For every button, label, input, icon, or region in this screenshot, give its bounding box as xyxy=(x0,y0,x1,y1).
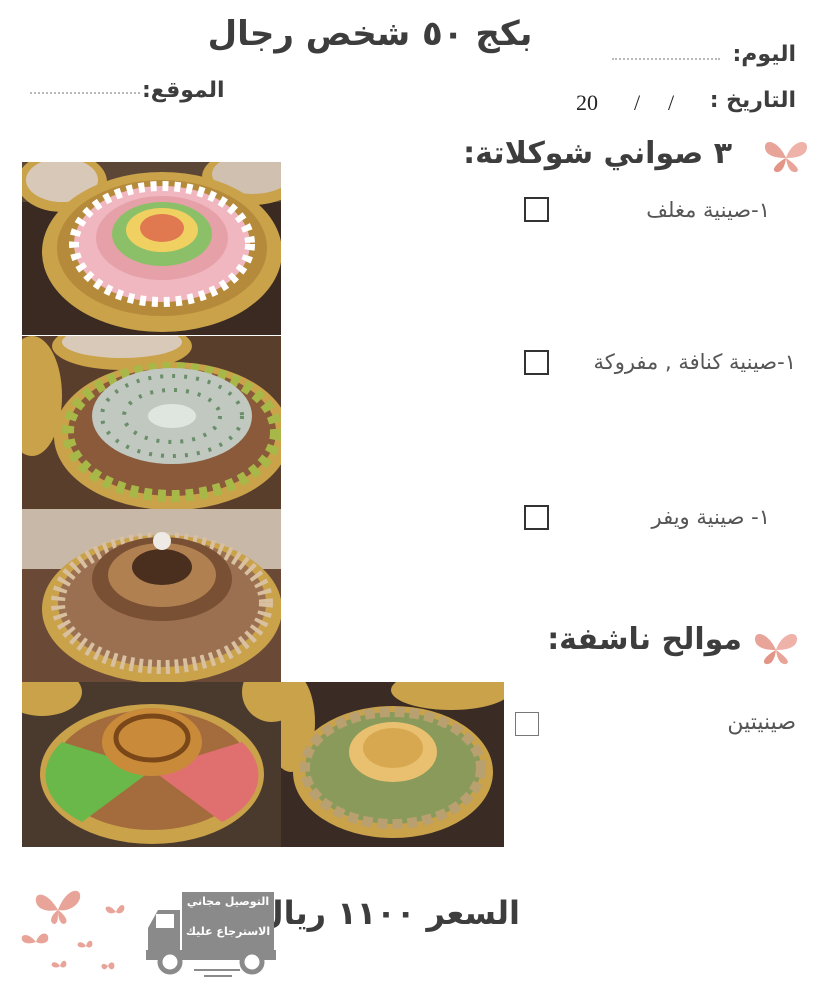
date-separator-day: / xyxy=(634,90,641,115)
date-separator-month: / xyxy=(668,90,675,115)
photo-nuts-tray xyxy=(281,682,504,847)
butterfly-icon xyxy=(754,634,798,665)
butterfly-icon xyxy=(764,142,808,173)
photo-wafer-tray xyxy=(22,509,281,682)
butterfly-icon xyxy=(21,890,125,970)
day-field[interactable] xyxy=(612,58,720,60)
day-label: اليوم: xyxy=(732,42,797,67)
item-label-wafer-tray: ١- صينية ويفر xyxy=(651,505,770,529)
item-label-kunafa-tray: ١-صينية كنافة , مفروكة xyxy=(593,350,796,374)
price-label: السعر ١١٠٠ ريال xyxy=(255,894,520,932)
date-year: 20 xyxy=(576,90,598,115)
checkbox-kunafa-tray[interactable] xyxy=(524,350,549,375)
item-label-two-trays: صينيتين xyxy=(727,710,796,735)
checkbox-two-trays[interactable] xyxy=(515,712,539,736)
truck-text-free-delivery: التوصيل مجاني xyxy=(186,895,270,908)
item-label-wrapped-tray: ١-صينية مغلف xyxy=(646,198,770,222)
location-label: الموقع: xyxy=(142,78,225,103)
date-label: التاريخ : xyxy=(709,88,796,113)
page-title: بكج ٥٠ شخص رجال xyxy=(207,14,533,54)
photo-kunafa-tray xyxy=(22,336,281,509)
photo-wrapped-chocolate-tray xyxy=(22,162,281,335)
checkbox-wrapped-tray[interactable] xyxy=(524,197,549,222)
location-field[interactable] xyxy=(30,92,140,94)
truck-text-return: الاسترجاع عليك xyxy=(185,925,271,938)
section-title-chocolate: ٣ صواني شوكلاتة: xyxy=(463,136,732,171)
section-title-dry-savories: موالح ناشفة: xyxy=(547,622,742,657)
photo-savory-mix-tray xyxy=(22,682,281,847)
checkbox-wafer-tray[interactable] xyxy=(524,505,549,530)
